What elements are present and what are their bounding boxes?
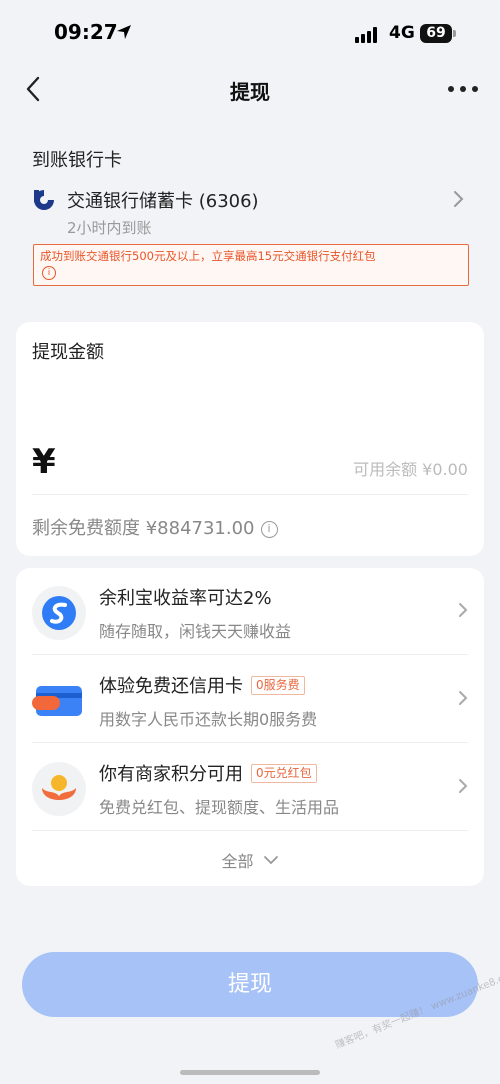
merchant-points-icon <box>32 762 86 816</box>
promo-subtitle: 免费兑红包、提现额度、生活用品 <box>99 798 340 817</box>
divider <box>32 494 468 495</box>
divider <box>32 830 468 831</box>
currency-symbol: ¥ <box>32 442 56 482</box>
bank-heading: 到账银行卡 <box>32 150 122 171</box>
info-icon[interactable]: i <box>42 266 56 280</box>
promo-tag: 0元兑红包 <box>251 764 317 783</box>
amount-input[interactable] <box>76 446 276 482</box>
available-balance: 可用余额 ¥0.00 <box>353 460 468 479</box>
battery-level: 69 <box>420 24 452 43</box>
promo-title-text: 你有商家积分可用 <box>99 764 243 785</box>
free-quota: 剩余免费额度 ¥884731.00 i <box>32 514 278 540</box>
status-bar: 09:27 4G 69 <box>0 0 500 68</box>
free-card-icon <box>32 674 86 728</box>
chevron-right-icon <box>459 779 468 793</box>
bank-name: 交通银行储蓄卡 (6306) <box>67 191 259 212</box>
more-icon[interactable] <box>446 82 480 96</box>
show-all-button[interactable]: 全部 <box>16 848 484 872</box>
battery-icon: 69 <box>420 24 456 44</box>
yulibao-icon <box>32 586 86 640</box>
bank-section: 到账银行卡 交通银行储蓄卡 (6306) 2小时内到账 <box>32 146 472 237</box>
arrival-time: 2小时内到账 <box>67 219 152 237</box>
promotions-card: 余利宝收益率可达2% 随存随取，闲钱天天赚收益 体验免费还信用卡 0服务费 用数字… <box>16 568 484 886</box>
nav-bar: 提现 <box>0 68 500 112</box>
bank-promo-banner: 成功到账交通银行500元及以上，立享最高15元交通银行支付红包 i <box>33 244 469 286</box>
home-indicator <box>180 1070 320 1075</box>
promo-subtitle: 随存随取，闲钱天天赚收益 <box>99 622 292 641</box>
free-quota-text: 剩余免费额度 ¥884731.00 <box>32 518 255 539</box>
chevron-right-icon <box>454 191 464 207</box>
show-all-label: 全部 <box>221 852 254 871</box>
chevron-right-icon <box>459 603 468 617</box>
promo-title: 你有商家积分可用 0元兑红包 <box>99 760 317 786</box>
info-icon[interactable]: i <box>260 521 278 538</box>
location-arrow-icon <box>117 25 131 39</box>
amount-title: 提现金额 <box>32 342 104 363</box>
amount-card: 提现金额 ¥ 可用余额 ¥0.00 剩余免费额度 ¥884731.00 i <box>16 322 484 556</box>
signal-icon <box>355 27 377 43</box>
status-time: 09:27 <box>54 20 118 44</box>
chevron-right-icon <box>459 691 468 705</box>
promo-item-free-card[interactable]: 体验免费还信用卡 0服务费 用数字人民币还款长期0服务费 <box>16 656 484 744</box>
divider <box>32 742 468 743</box>
promo-item-yulibao[interactable]: 余利宝收益率可达2% 随存随取，闲钱天天赚收益 <box>16 568 484 656</box>
promo-title-text: 体验免费还信用卡 <box>99 676 243 697</box>
network-type: 4G <box>389 23 415 43</box>
promo-title: 体验免费还信用卡 0服务费 <box>99 672 305 698</box>
bank-card-selector[interactable]: 交通银行储蓄卡 (6306) <box>32 186 472 214</box>
promo-tag: 0服务费 <box>251 676 305 695</box>
bank-promo-text: 成功到账交通银行500元及以上，立享最高15元交通银行支付红包 <box>40 249 376 263</box>
divider <box>32 654 468 655</box>
bocom-logo-icon <box>34 190 54 210</box>
promo-item-merchant-points[interactable]: 你有商家积分可用 0元兑红包 免费兑红包、提现额度、生活用品 <box>16 744 484 832</box>
page-title: 提现 <box>230 80 270 104</box>
promo-subtitle: 用数字人民币还款长期0服务费 <box>99 710 318 729</box>
chevron-down-icon <box>263 856 278 865</box>
promo-title: 余利宝收益率可达2% <box>99 588 272 609</box>
